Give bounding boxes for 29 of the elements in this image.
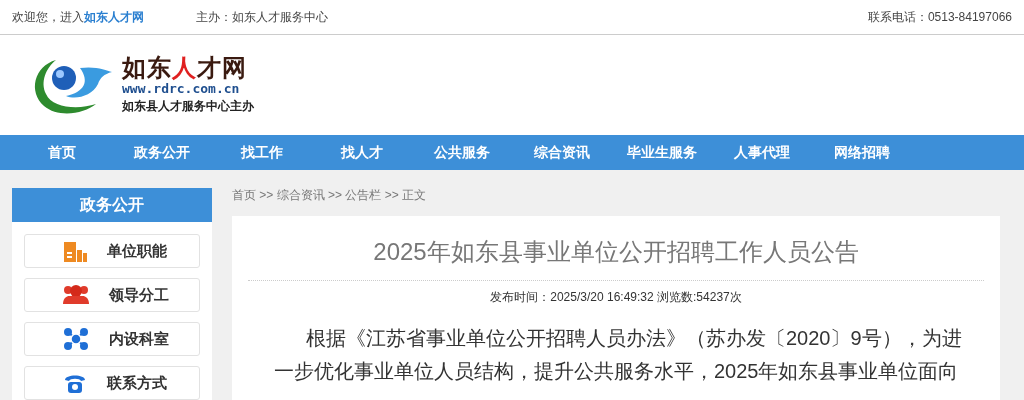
sidebar-item[interactable]: 内设科室 xyxy=(24,322,200,356)
nav-item[interactable]: 找人才 xyxy=(312,135,412,170)
nav-item[interactable]: 公共服务 xyxy=(412,135,512,170)
site-link[interactable]: 如东人才网 xyxy=(84,9,144,24)
sidebar-title: 政务公开 xyxy=(12,188,212,222)
sidebar-item[interactable]: 单位职能 xyxy=(24,234,200,268)
network-icon xyxy=(63,327,89,351)
nav-item[interactable]: 首页 xyxy=(12,135,112,170)
sidebar-item[interactable]: 领导分工 xyxy=(24,278,200,312)
logo-subtitle: 如东县人才服务中心主办 xyxy=(122,98,254,115)
building-icon xyxy=(63,240,87,262)
logo-title: 如东人才网 xyxy=(122,55,248,81)
article-text-line: 一步优化事业单位人员结构，提升公共服务水平，2025年如东县事业单位面向 xyxy=(273,359,960,384)
logo-url: www.rdrc.com.cn xyxy=(122,81,241,97)
nav-item[interactable]: 人事代理 xyxy=(712,135,812,170)
article-text-line: 根据《江苏省事业单位公开招聘人员办法》（苏办发〔2020〕9号），为进 xyxy=(305,326,963,351)
nav-item[interactable]: 综合资讯 xyxy=(512,135,612,170)
article-title: 2025年如东县事业单位公开招聘工作人员公告 xyxy=(248,216,984,281)
breadcrumb: 首页 >> 综合资讯 >> 公告栏 >> 正文 xyxy=(232,188,428,204)
host-text: 主办：如东人才服务中心 xyxy=(196,9,328,24)
nav-item[interactable]: 政务公开 xyxy=(112,135,212,170)
people-icon xyxy=(63,284,89,306)
phone-text: 联系电话：0513-84197066 xyxy=(867,8,1012,26)
welcome-text: 欢迎您，进入 xyxy=(12,9,84,24)
nav-item[interactable]: 找工作 xyxy=(212,135,312,170)
sidebar-item[interactable]: 联系方式 xyxy=(24,366,200,400)
nav-item[interactable]: 毕业生服务 xyxy=(612,135,712,170)
nav-item[interactable]: 网络招聘 xyxy=(812,135,912,170)
article-meta: 发布时间：2025/3/20 16:49:32 浏览数:54237次 xyxy=(489,289,743,306)
